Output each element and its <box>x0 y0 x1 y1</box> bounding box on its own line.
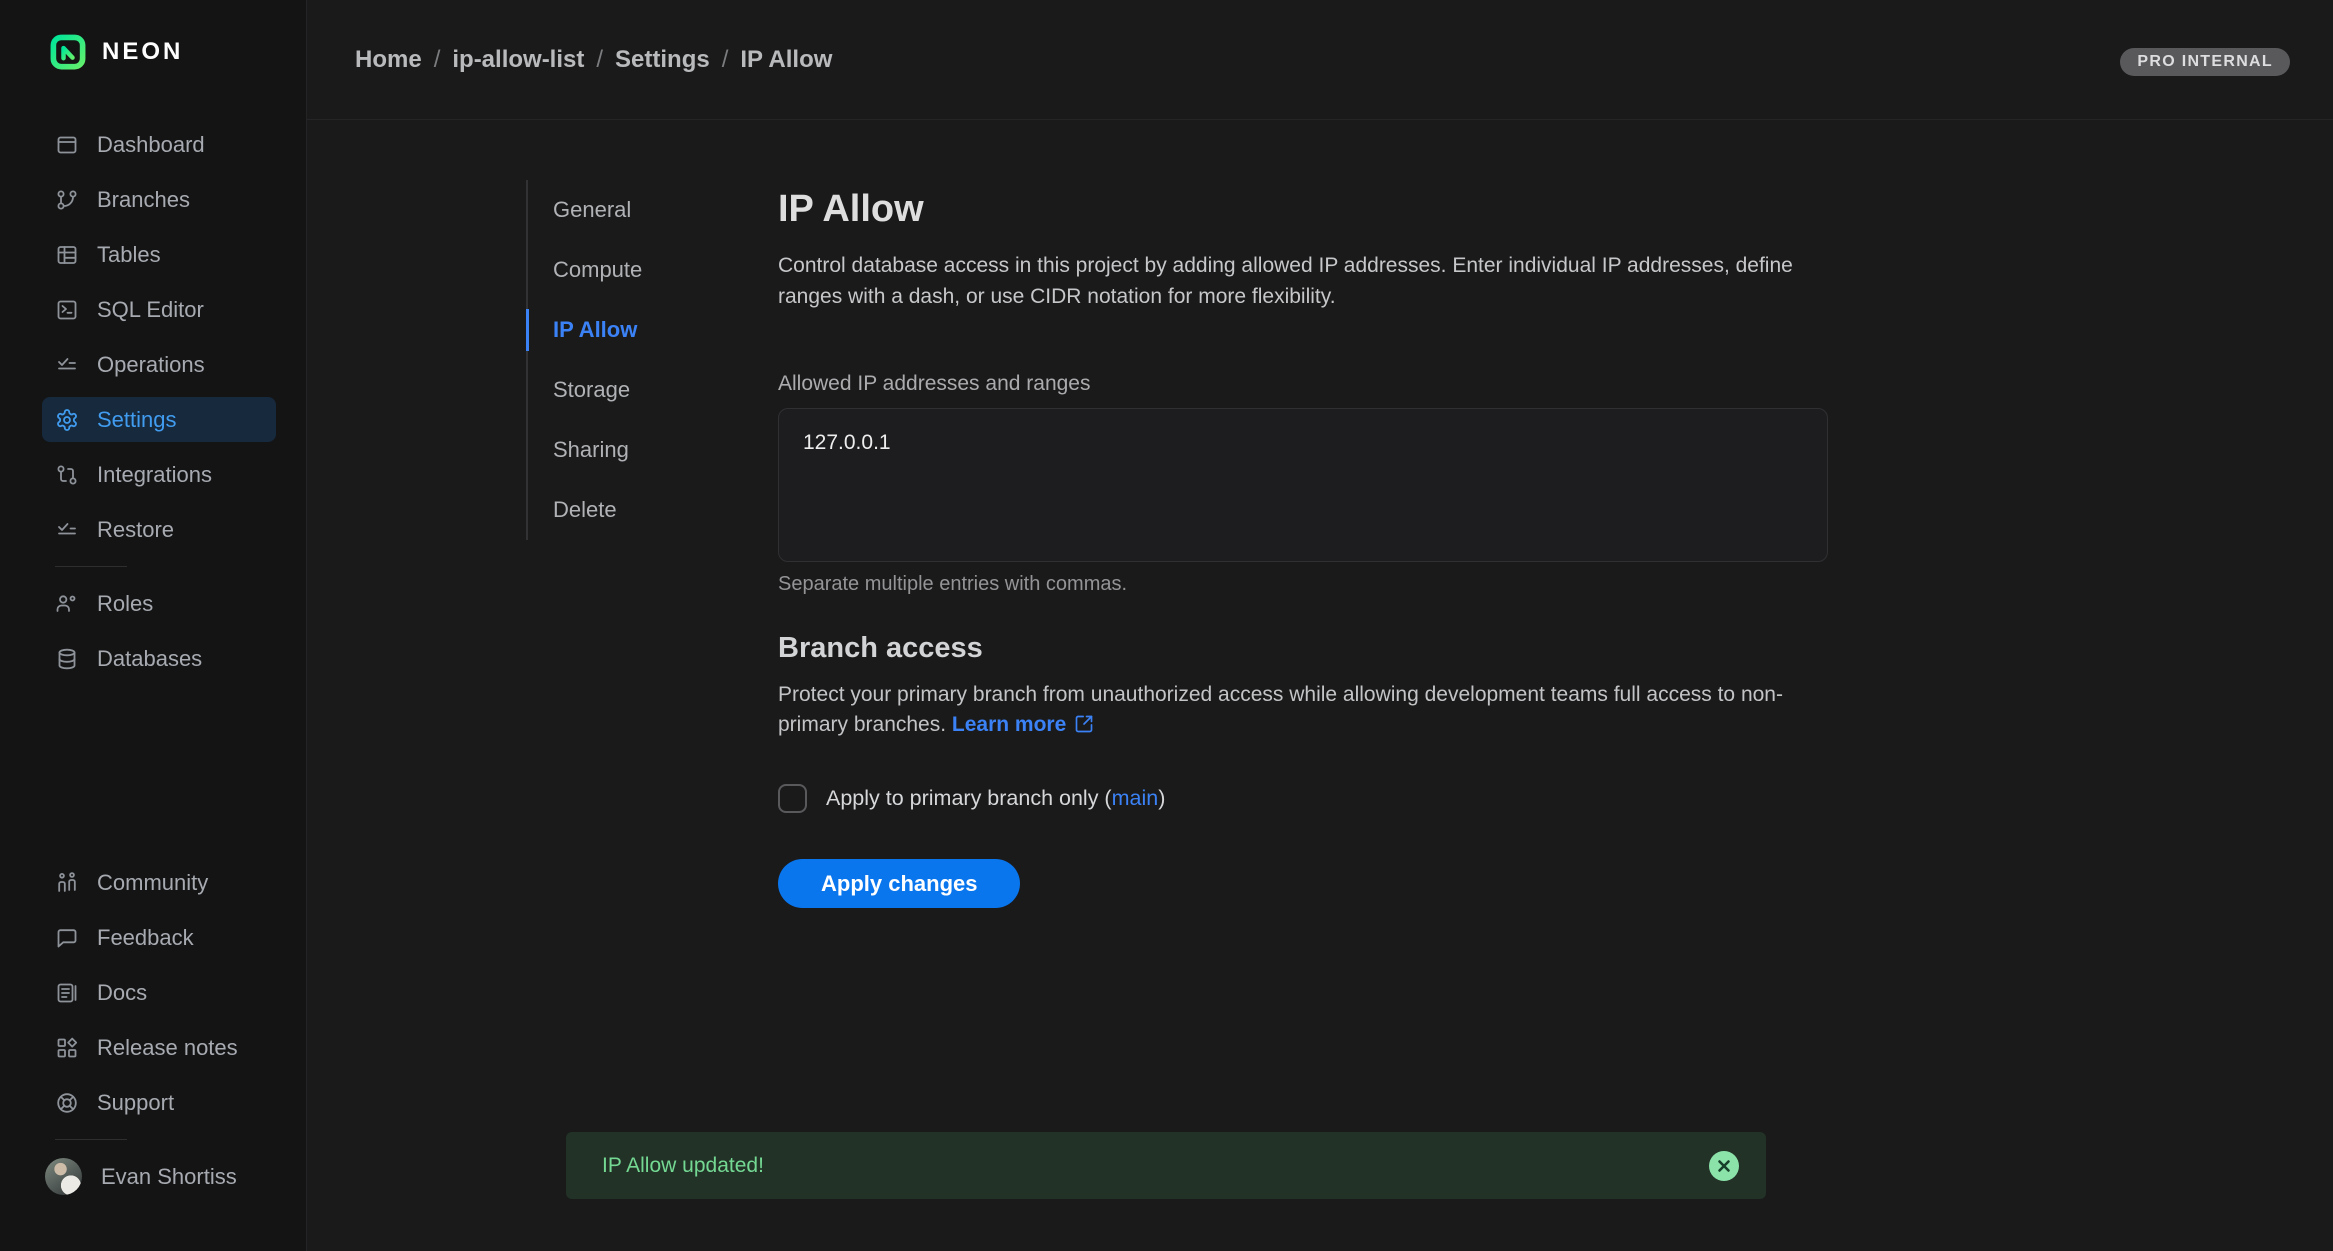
sidebar-item-branches[interactable]: Branches <box>42 177 276 222</box>
sidebar-item-docs[interactable]: Docs <box>42 970 276 1015</box>
breadcrumb-separator: / <box>596 46 603 74</box>
settings-subnav: General Compute IP Allow Storage Sharing… <box>526 180 672 540</box>
sidebar-item-databases[interactable]: Databases <box>42 636 276 681</box>
ip-allow-panel: IP Allow Control database access in this… <box>778 188 1828 908</box>
sidebar-footer-nav: Community Feedback Docs <box>0 860 306 1199</box>
main-branch-link[interactable]: main <box>1112 786 1159 810</box>
community-icon <box>55 871 79 895</box>
breadcrumb: Home / ip-allow-list / Settings / IP All… <box>355 0 832 120</box>
close-icon <box>1717 1159 1731 1173</box>
neon-logo-icon <box>50 34 86 70</box>
sidebar-item-release-notes[interactable]: Release notes <box>42 1025 276 1070</box>
users-icon <box>55 592 79 616</box>
sidebar-item-label: Roles <box>97 591 153 617</box>
sidebar-item-operations[interactable]: Operations <box>42 342 276 387</box>
checklist-icon <box>55 353 79 377</box>
subnav-item-ip-allow[interactable]: IP Allow <box>528 300 672 360</box>
subnav-item-delete[interactable]: Delete <box>528 480 672 540</box>
sidebar-item-label: Branches <box>97 187 190 213</box>
git-branch-icon <box>55 188 79 212</box>
sidebar-item-label: Tables <box>97 242 161 268</box>
breadcrumb-home[interactable]: Home <box>355 46 422 74</box>
sidebar-item-label: Docs <box>97 980 147 1006</box>
dashboard-icon <box>55 133 79 157</box>
breadcrumb-ip-allow[interactable]: IP Allow <box>740 46 832 74</box>
sidebar-item-integrations[interactable]: Integrations <box>42 452 276 497</box>
ip-addresses-textarea[interactable]: 127.0.0.1 <box>778 408 1828 562</box>
breadcrumb-separator: / <box>434 46 441 74</box>
primary-branch-checkbox-row: Apply to primary branch only (main) <box>778 784 1828 813</box>
sidebar-item-label: Feedback <box>97 925 194 951</box>
avatar <box>45 1158 82 1195</box>
ip-field-helper: Separate multiple entries with commas. <box>778 573 1828 596</box>
top-bar: Home / ip-allow-list / Settings / IP All… <box>307 0 2333 120</box>
sidebar-item-label: Dashboard <box>97 132 205 158</box>
message-bubble-icon <box>55 926 79 950</box>
sidebar-item-label: Community <box>97 870 208 896</box>
primary-branch-checkbox[interactable] <box>778 784 807 813</box>
gear-icon <box>55 408 79 432</box>
branch-access-description: Protect your primary branch from unautho… <box>778 680 1828 740</box>
terminal-icon <box>55 298 79 322</box>
page-title: IP Allow <box>778 188 1828 231</box>
primary-branch-checkbox-label: Apply to primary branch only (main) <box>826 786 1165 811</box>
sidebar-divider <box>55 1139 127 1140</box>
sidebar-item-label: Release notes <box>97 1035 238 1061</box>
sidebar-item-settings[interactable]: Settings <box>42 397 276 442</box>
plan-badge: PRO INTERNAL <box>2120 48 2290 76</box>
sidebar-divider <box>55 566 127 567</box>
external-link-icon <box>1074 714 1094 734</box>
sidebar-item-support[interactable]: Support <box>42 1080 276 1125</box>
sidebar-item-label: Integrations <box>97 462 212 488</box>
user-name: Evan Shortiss <box>101 1164 237 1190</box>
sidebar-item-dashboard[interactable]: Dashboard <box>42 122 276 167</box>
document-icon <box>55 981 79 1005</box>
sidebar-item-tables[interactable]: Tables <box>42 232 276 277</box>
life-buoy-icon <box>55 1091 79 1115</box>
sidebar-item-restore[interactable]: Restore <box>42 507 276 552</box>
git-compare-icon <box>55 463 79 487</box>
toast-close-button[interactable] <box>1709 1151 1739 1181</box>
sidebar-primary-nav: Dashboard Branches Tables <box>0 122 306 691</box>
breadcrumb-separator: / <box>722 46 729 74</box>
sidebar-item-feedback[interactable]: Feedback <box>42 915 276 960</box>
toast-message: IP Allow updated! <box>602 1154 764 1178</box>
sidebar-item-label: Support <box>97 1090 174 1116</box>
page-intro: Control database access in this project … <box>778 250 1828 312</box>
ip-field-label: Allowed IP addresses and ranges <box>778 372 1828 396</box>
sidebar-item-label: SQL Editor <box>97 297 204 323</box>
sidebar-item-sql-editor[interactable]: SQL Editor <box>42 287 276 332</box>
subnav-item-sharing[interactable]: Sharing <box>528 420 672 480</box>
sidebar-item-label: Restore <box>97 517 174 543</box>
sidebar-item-roles[interactable]: Roles <box>42 581 276 626</box>
neon-logo[interactable]: NEON <box>50 34 183 70</box>
subnav-item-storage[interactable]: Storage <box>528 360 672 420</box>
breadcrumb-project[interactable]: ip-allow-list <box>452 46 584 74</box>
user-menu[interactable]: Evan Shortiss <box>42 1154 276 1199</box>
subnav-item-compute[interactable]: Compute <box>528 240 672 300</box>
sidebar: NEON Dashboard Branches <box>0 0 307 1251</box>
table-icon <box>55 243 79 267</box>
subnav-item-general[interactable]: General <box>528 180 672 240</box>
branch-access-title: Branch access <box>778 632 1828 665</box>
apply-changes-button[interactable]: Apply changes <box>778 859 1020 908</box>
restore-checklist-icon <box>55 518 79 542</box>
sidebar-item-community[interactable]: Community <box>42 860 276 905</box>
database-icon <box>55 647 79 671</box>
brand-name: NEON <box>102 38 183 66</box>
learn-more-link[interactable]: Learn more <box>952 713 1094 736</box>
sidebar-item-label: Databases <box>97 646 202 672</box>
breadcrumb-settings[interactable]: Settings <box>615 46 710 74</box>
sidebar-item-label: Operations <box>97 352 205 378</box>
sidebar-item-label: Settings <box>97 407 177 433</box>
release-notes-icon <box>55 1036 79 1060</box>
success-toast: IP Allow updated! <box>566 1132 1766 1199</box>
